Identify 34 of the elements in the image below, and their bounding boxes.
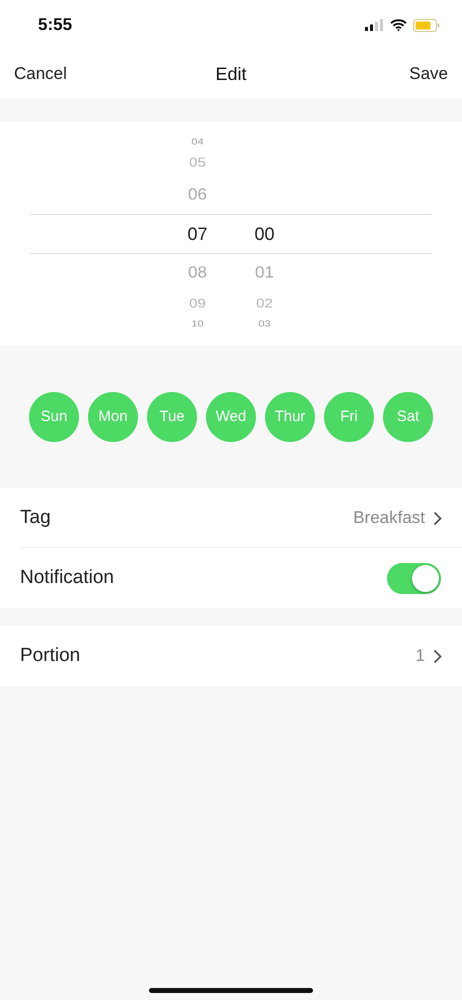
picker-option[interactable]: 05 [189,156,206,169]
cancel-button[interactable]: Cancel [14,64,67,84]
picker-option[interactable]: 04 [191,138,204,147]
wifi-icon [390,19,407,31]
chevron-icon [433,510,442,526]
weekday-toggle[interactable]: Mon [88,392,138,442]
weekday-toggle[interactable]: Sat [383,392,433,442]
battery-icon [413,18,440,32]
setting-label: Notification [20,567,114,589]
setting-value: 1 [416,646,425,666]
signal-icon [365,19,384,31]
picker-option[interactable]: 03 [258,320,271,328]
picker-option[interactable]: 09 [189,296,206,310]
chevron-icon [433,648,442,664]
picker-option[interactable]: 10 [191,320,204,328]
picker-option[interactable]: 02 [256,296,273,310]
picker-option[interactable]: 07 [187,224,208,242]
setting-value: Breakfast [353,508,425,528]
time-picker[interactable]: 04 05 06 07 08 09 10 00 01 02 03 [0,122,462,345]
notification-switch[interactable] [387,562,441,594]
picker-option[interactable]: 08 [188,264,207,280]
picker-option[interactable]: 01 [255,264,274,280]
save-button[interactable]: Save [409,64,448,84]
weekday-toggle[interactable]: Tue [147,392,197,442]
weekday-toggle[interactable]: Fri [324,392,374,442]
picker-option[interactable]: 06 [188,186,207,203]
setting-label: Tag [20,507,51,529]
setting-label: Portion [20,645,80,667]
weekday-toggle[interactable]: Sun [29,392,79,442]
status-time: 5:55 [38,15,72,35]
screen-title: Edit [215,64,247,84]
weekday-toggle[interactable]: Thur [265,392,315,442]
weekday-toggle[interactable]: Wed [206,392,256,442]
picker-option[interactable]: 00 [254,224,275,242]
